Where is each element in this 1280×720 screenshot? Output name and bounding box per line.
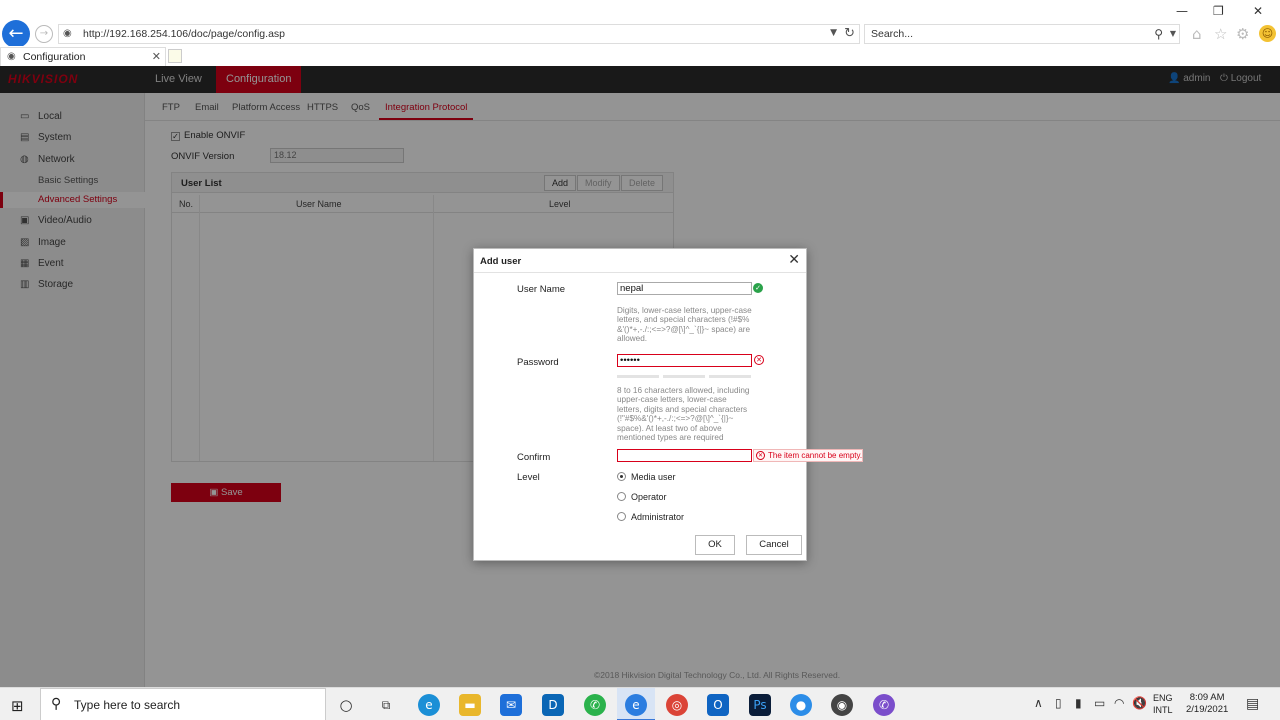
confirm-error-text: The item cannot be empty. — [768, 451, 863, 460]
chrome-icon[interactable]: ◎ — [666, 694, 688, 716]
notification-center-icon[interactable]: ▤ — [1246, 696, 1259, 712]
taskbar-clock[interactable]: 8:09 AM 2/19/2021 — [1186, 692, 1228, 716]
page-icon: ◉ — [63, 28, 72, 39]
password-strength-bar — [617, 375, 751, 378]
windows-taskbar: ⊞ ⚲ Type here to search ○ ⧉ e ▬ ✉ D ✆ e … — [0, 687, 1280, 720]
taskbar-search-placeholder[interactable]: Type here to search — [74, 698, 180, 712]
tab-close-icon[interactable]: ✕ — [152, 50, 161, 63]
tray-chevron-up-icon[interactable]: ∧ — [1034, 696, 1043, 710]
browser-tab-bar: ◉ Configuration ✕ — [0, 46, 1280, 66]
close-icon[interactable]: ✕ — [788, 252, 800, 268]
lang-bottom: INTL — [1153, 705, 1173, 715]
error-x-icon: ✕ — [754, 355, 764, 365]
confirm-label: Confirm — [517, 452, 551, 463]
wifi-icon[interactable]: ◠ — [1114, 696, 1124, 710]
browser-titlebar: ← → ◉ http://192.168.254.106/doc/page/co… — [0, 0, 1280, 48]
level-option-label: Media user — [631, 472, 676, 482]
cancel-button[interactable]: Cancel — [746, 535, 802, 555]
language-indicator[interactable]: ENG INTL — [1153, 692, 1173, 716]
browser-app-icon[interactable]: ● — [790, 694, 812, 716]
password-label: Password — [517, 357, 559, 368]
tray-device-icon[interactable]: ▯ — [1055, 696, 1062, 710]
browser-search-placeholder[interactable]: Search... — [871, 28, 913, 40]
username-label: User Name — [517, 284, 566, 295]
favorites-star-icon[interactable]: ☆ — [1214, 25, 1227, 43]
back-button[interactable]: ← — [2, 20, 30, 48]
edge-icon[interactable]: e — [418, 694, 440, 716]
search-icon[interactable]: ⚲ — [1154, 27, 1163, 41]
obs-icon[interactable]: ◉ — [831, 694, 853, 716]
outlook-icon[interactable]: O — [707, 694, 729, 716]
settings-gear-icon[interactable]: ⚙ — [1236, 25, 1249, 43]
level-option-media-user[interactable]: Media user — [617, 472, 676, 482]
tab-title: Configuration — [23, 51, 86, 63]
wechat-icon[interactable]: ✆ — [584, 694, 606, 716]
confirm-error-tooltip: ✕ The item cannot be empty. — [753, 449, 863, 462]
cortana-icon[interactable]: ○ — [335, 694, 357, 716]
confirm-password-field[interactable] — [617, 449, 752, 462]
file-explorer-icon[interactable]: ▬ — [459, 694, 481, 716]
home-icon[interactable]: ⌂ — [1192, 25, 1202, 43]
battery-icon[interactable]: ▭ — [1094, 696, 1105, 710]
refresh-icon[interactable]: ↻ — [844, 26, 855, 41]
browser-tab-configuration[interactable]: ◉ Configuration ✕ — [0, 47, 166, 66]
dialog-title: Add user — [480, 256, 522, 267]
clock-date: 2/19/2021 — [1186, 704, 1229, 715]
minimize-icon[interactable]: — — [1176, 4, 1188, 18]
address-bar[interactable]: ◉ http://192.168.254.106/doc/page/config… — [58, 24, 860, 44]
radio-operator[interactable] — [617, 492, 626, 501]
radio-media-user[interactable] — [617, 472, 626, 481]
level-option-label: Operator — [631, 492, 667, 502]
search-icon: ⚲ — [51, 696, 62, 712]
task-view-icon[interactable]: ⧉ — [375, 694, 397, 716]
error-x-icon: ✕ — [756, 451, 765, 460]
ok-button[interactable]: OK — [695, 535, 735, 555]
restore-icon[interactable]: ❐ — [1213, 4, 1224, 18]
photoshop-icon[interactable]: Ps — [749, 694, 771, 716]
username-hint: Digits, lower-case letters, upper-case l… — [617, 306, 752, 344]
valid-check-icon: ✓ — [753, 283, 763, 293]
search-dropdown-icon[interactable]: ▼ — [1170, 29, 1176, 38]
url-text[interactable]: http://192.168.254.106/doc/page/config.a… — [83, 28, 285, 40]
internet-explorer-icon[interactable]: e — [625, 694, 647, 716]
new-tab-button[interactable] — [168, 49, 182, 63]
feedback-smiley-icon[interactable]: ☺ — [1259, 25, 1276, 42]
password-hint: 8 to 16 characters allowed, including up… — [617, 386, 750, 443]
level-label: Level — [517, 472, 540, 483]
username-field[interactable]: nepal — [617, 282, 752, 295]
level-option-administrator[interactable]: Administrator — [617, 512, 684, 522]
viber-icon[interactable]: ✆ — [873, 694, 895, 716]
level-option-label: Administrator — [631, 512, 685, 522]
tab-favicon-icon: ◉ — [7, 51, 16, 62]
level-option-operator[interactable]: Operator — [617, 492, 667, 502]
strength-segment — [663, 375, 705, 378]
mail-icon[interactable]: ✉ — [500, 694, 522, 716]
forward-button[interactable]: → — [35, 25, 53, 43]
address-dropdown-icon[interactable]: ▼ — [830, 28, 837, 38]
tray-usb-icon[interactable]: ▮ — [1075, 696, 1082, 710]
taskbar-search-box[interactable]: ⚲ Type here to search — [40, 688, 326, 720]
radio-administrator[interactable] — [617, 512, 626, 521]
browser-search-box[interactable]: Search... ⚲ ▼ — [864, 24, 1180, 44]
password-field[interactable]: •••••• — [617, 354, 752, 367]
strength-segment — [709, 375, 751, 378]
dell-icon[interactable]: D — [542, 694, 564, 716]
add-user-dialog: Add user ✕ User Name nepal ✓ Digits, low… — [473, 248, 863, 561]
clock-time: 8:09 AM — [1189, 692, 1225, 703]
lang-top: ENG — [1153, 693, 1173, 703]
close-window-icon[interactable]: ✕ — [1253, 4, 1263, 18]
volume-muted-icon[interactable]: 🔇 — [1132, 696, 1147, 710]
dialog-header: Add user ✕ — [474, 249, 806, 273]
strength-segment — [617, 375, 659, 378]
windows-start-icon[interactable]: ⊞ — [11, 697, 24, 715]
